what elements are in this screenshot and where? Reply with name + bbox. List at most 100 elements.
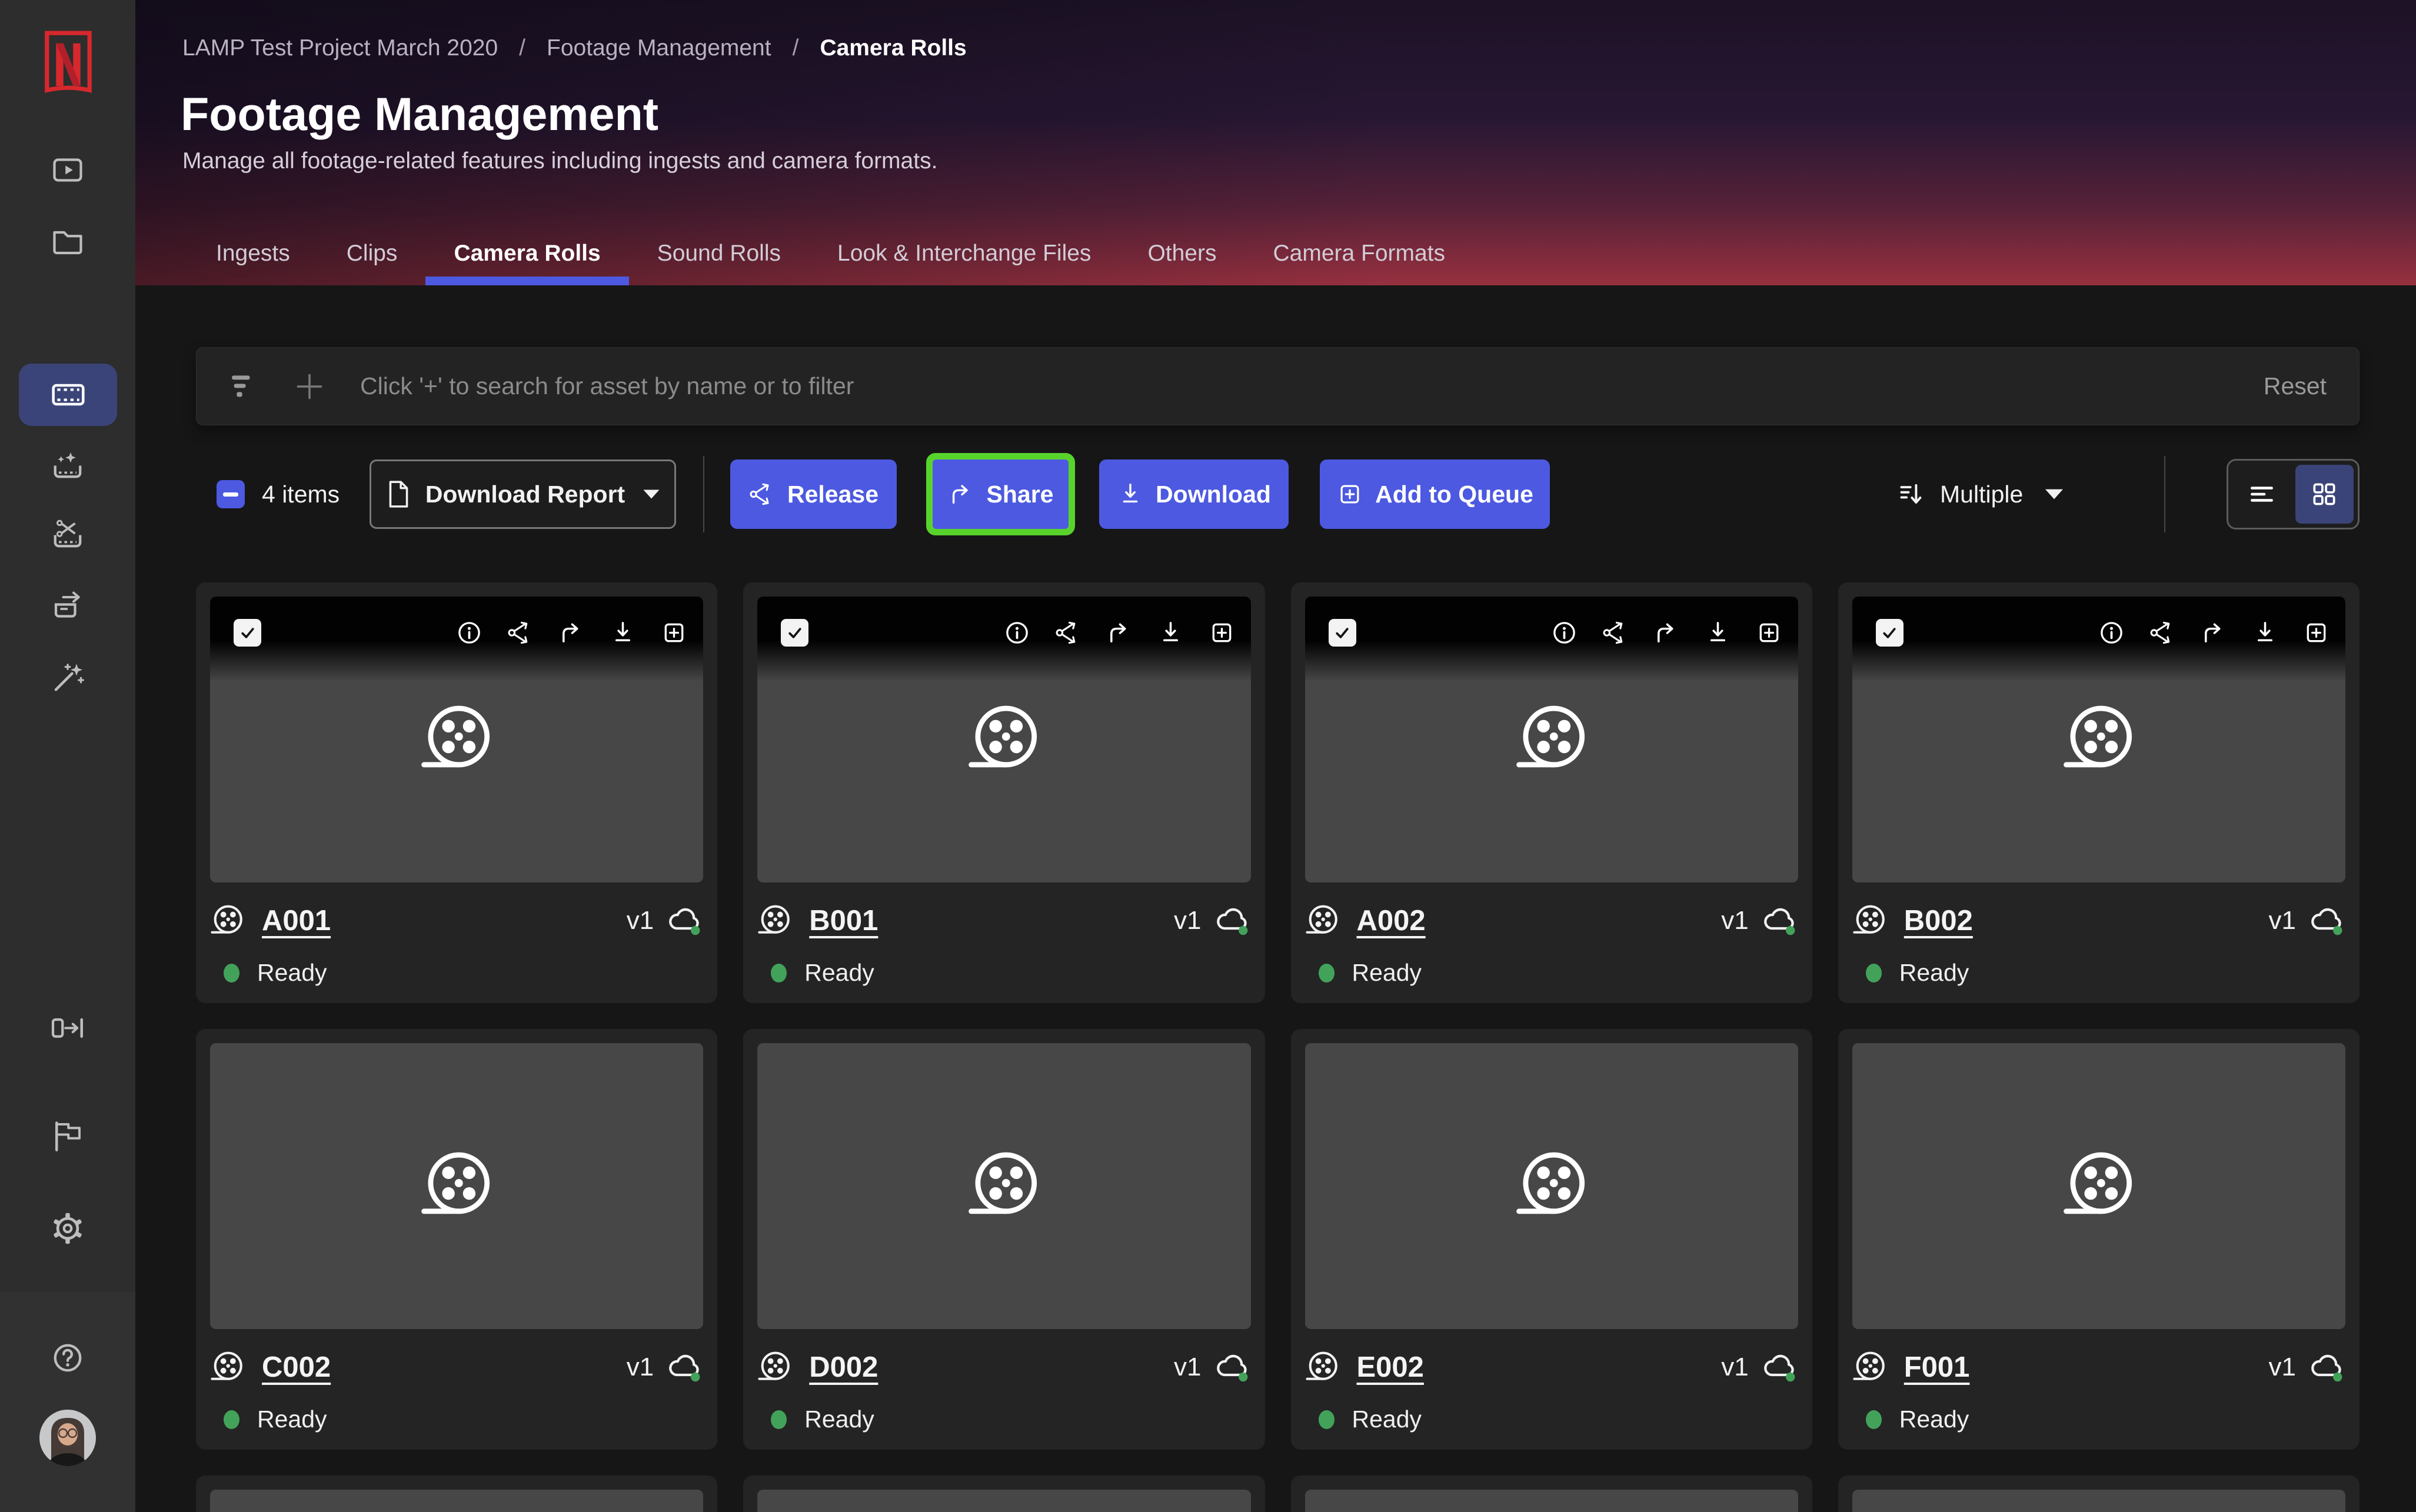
status-label: Ready [1899,1406,1969,1433]
status-dot [1866,964,1882,983]
download-report-label: Download Report [425,481,625,508]
reset-button[interactable]: Reset [2264,372,2327,400]
add-to-queue-button[interactable]: Add to Queue [1320,459,1550,529]
status-label: Ready [1899,959,1969,987]
folder-icon [50,224,85,259]
sidebar-item-help[interactable] [48,1338,87,1377]
breadcrumb-project[interactable]: LAMP Test Project March 2020 [182,35,498,61]
add-to-queue-icon[interactable] [1208,619,1236,647]
download-icon[interactable] [1704,619,1732,647]
asset-name-link[interactable]: C002 [262,1351,331,1384]
status-label: Ready [804,959,874,987]
card-thumbnail[interactable] [757,597,1250,882]
version-badge: v1 [1721,906,1748,935]
camera-roll-card-partial [1838,1476,2360,1512]
add-to-queue-icon[interactable] [660,619,688,647]
download-icon[interactable] [2251,619,2279,647]
tab-look-interchange-files[interactable]: Look & Interchange Files [809,222,1119,285]
tab-camera-rolls[interactable]: Camera Rolls [425,222,628,285]
cloud-sync-icon [667,905,703,936]
tab-camera-formats[interactable]: Camera Formats [1244,222,1473,285]
card-meta: E002 v1 [1305,1346,1798,1389]
card-thumbnail[interactable] [210,597,703,882]
toolbar-divider [2164,456,2165,532]
card-thumbnail[interactable] [1305,1490,1798,1512]
card-checkbox[interactable] [1329,619,1356,647]
tab-ingests[interactable]: Ingests [188,222,318,285]
search-input[interactable] [360,372,2264,400]
sidebar-item-deliveries[interactable] [48,587,87,625]
sidebar-item-dailies[interactable] [48,448,87,487]
card-thumbnail[interactable] [1305,1043,1798,1329]
tab-others[interactable]: Others [1119,222,1244,285]
release-icon[interactable] [2149,619,2177,647]
card-thumbnail[interactable] [210,1043,703,1329]
card-checkbox[interactable] [1876,619,1903,647]
info-icon[interactable] [1003,619,1031,647]
download-icon[interactable] [1157,619,1184,647]
select-all-checkbox[interactable] [217,480,245,508]
release-icon[interactable] [1054,619,1082,647]
sort-dropdown[interactable]: Multiple [1896,456,2064,532]
breadcrumb-section[interactable]: Footage Management [547,35,771,61]
version-badge: v1 [2269,906,2296,935]
asset-name-link[interactable]: B002 [1904,904,1973,937]
card-meta: C002 v1 [210,1346,703,1389]
tab-sound-rolls[interactable]: Sound Rolls [629,222,809,285]
card-thumbnail[interactable] [1852,597,2345,882]
card-thumbnail[interactable] [757,1043,1250,1329]
share-icon[interactable] [1106,619,1133,647]
filter-funnel-icon[interactable] [227,370,260,403]
card-status: Ready [224,959,327,987]
add-to-queue-icon[interactable] [1755,619,1783,647]
info-icon[interactable] [2098,619,2125,647]
card-checkbox[interactable] [781,619,808,647]
card-thumbnail[interactable] [1305,597,1798,882]
status-label: Ready [257,959,327,987]
release-button[interactable]: Release [730,459,897,529]
sidebar-item-player[interactable] [48,151,87,189]
netflix-logo-icon[interactable] [43,31,94,102]
asset-name-link[interactable]: A001 [262,904,331,937]
card-thumbnail[interactable] [1852,1490,2345,1512]
card-meta: F001 v1 [1852,1346,2345,1389]
release-icon[interactable] [1602,619,1629,647]
card-thumbnail[interactable] [210,1490,703,1512]
asset-name-link[interactable]: D002 [809,1351,878,1384]
download-icon[interactable] [609,619,637,647]
info-icon[interactable] [455,619,483,647]
sidebar-item-flags[interactable] [48,1117,87,1155]
camera-roll-grid: A001 v1 Ready [196,582,2360,1512]
release-icon[interactable] [507,619,534,647]
card-thumbnail[interactable] [1852,1043,2345,1329]
asset-name-link[interactable]: F001 [1904,1351,1970,1384]
user-avatar[interactable] [39,1410,96,1466]
sidebar-item-transfers[interactable] [48,1009,87,1048]
download-report-button[interactable]: Download Report [370,459,676,529]
grid-view-button[interactable] [2295,465,2354,524]
sidebar-item-footage-active[interactable] [19,364,117,426]
version-badge: v1 [627,1353,654,1382]
asset-name-link[interactable]: A002 [1357,904,1426,937]
card-thumbnail[interactable] [757,1490,1250,1512]
share-button[interactable]: Share [933,459,1069,529]
asset-name-link[interactable]: E002 [1357,1351,1424,1384]
sidebar-item-automation[interactable] [48,658,87,697]
sidebar-item-editorial[interactable] [48,517,87,556]
sidebar-item-projects[interactable] [48,222,87,261]
list-view-button[interactable] [2232,465,2291,524]
asset-name-link[interactable]: B001 [809,904,878,937]
add-filter-plus-icon[interactable] [294,371,325,402]
share-icon[interactable] [558,619,585,647]
tab-clips[interactable]: Clips [318,222,426,285]
film-reel-icon [420,702,494,777]
card-checkbox[interactable] [234,619,261,647]
film-reel-icon [420,1149,494,1223]
share-icon[interactable] [2200,619,2228,647]
info-icon[interactable] [1550,619,1578,647]
sidebar-item-settings[interactable] [48,1209,87,1248]
share-icon[interactable] [1653,619,1680,647]
add-to-queue-icon[interactable] [2302,619,2330,647]
download-button[interactable]: Download [1099,459,1289,529]
magic-wand-icon [50,660,85,695]
